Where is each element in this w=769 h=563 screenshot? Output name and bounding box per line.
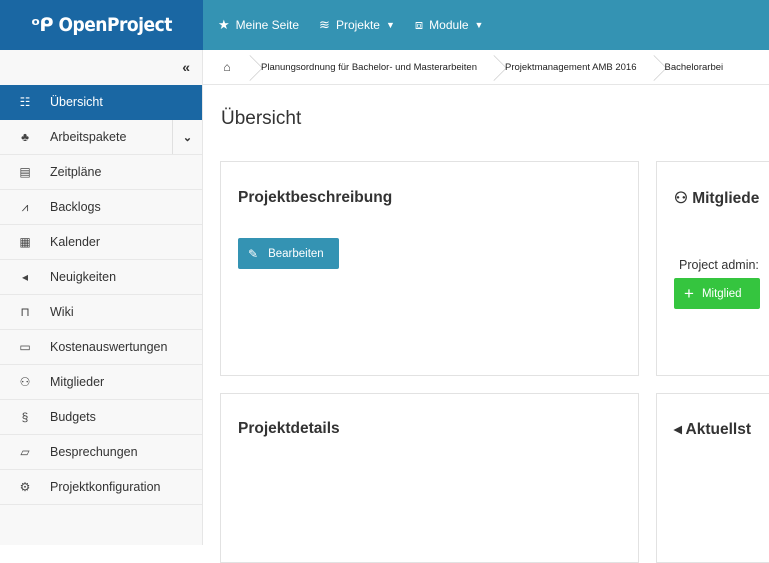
caret-down-icon: ▼ (385, 20, 395, 30)
logo[interactable]: ᵒᑭ OpenProject (0, 0, 203, 50)
card-title: Projektdetails (238, 420, 340, 437)
nav-projekte-menu[interactable]: ≋ Projekte ▼ (319, 17, 395, 33)
sidebar-item-kalender[interactable]: ▦ Kalender (0, 225, 202, 260)
breadcrumb-item[interactable]: Bachelorarbei (655, 50, 742, 84)
group-icon: ⚇ (19, 375, 31, 389)
megaphone-icon: ◂ (21, 270, 29, 284)
cube-icon: ⧈ (414, 17, 424, 32)
nav-meine-seite[interactable]: ★ Meine Seite (218, 17, 299, 33)
breadcrumb: ⌂ Planungsordnung für Bachelor- und Mast… (203, 50, 769, 85)
pencil-icon: ✎ (248, 246, 259, 261)
breadcrumb-item[interactable]: Planungsordnung für Bachelor- und Master… (251, 50, 495, 84)
sidebar-item-label: Budgets (50, 410, 96, 424)
button-label: Bearbeiten (268, 247, 324, 260)
top-navigation: ★ Meine Seite ≋ Projekte ▼ ⧈ Module ▼ (203, 0, 488, 50)
sidebar-item-besprechungen[interactable]: ▱ Besprechungen (0, 435, 202, 470)
sidebar-item-budgets[interactable]: § Budgets (0, 400, 202, 435)
sidebar-item-arbeitspakete[interactable]: ♣ Arbeitspakete ⌄ (0, 120, 202, 155)
add-mitglied-button[interactable]: + Mitglied (674, 278, 760, 309)
sidebar-item-kostenauswertungen[interactable]: ▭ Kostenauswertungen (0, 330, 202, 365)
card-aktuellstes: ◂ Aktuellst (656, 393, 769, 563)
card-title-text: Mitgliede (692, 190, 760, 207)
sidebar-collapse-row: « (0, 50, 202, 85)
speech-bubble-icon: ▱ (20, 445, 30, 459)
breadcrumb-item[interactable]: Projektmanagement AMB 2016 (495, 50, 655, 84)
project-admin-label: Project admin: (679, 258, 759, 272)
card-title: ⚇ Mitgliede (674, 189, 759, 208)
top-bar: ᵒᑭ OpenProject ★ Meine Seite ≋ Projekte … (0, 0, 769, 50)
logo-text: OpenProject (58, 14, 172, 36)
sidebar-item-label: Backlogs (50, 200, 101, 214)
sidebar-item-label: Wiki (50, 305, 74, 319)
sidebar-item-wiki[interactable]: ⊓ Wiki (0, 295, 202, 330)
list-icon: ☷ (19, 95, 31, 109)
sidebar-item-label: Mitglieder (50, 375, 105, 389)
star-icon: ★ (218, 17, 230, 32)
logo-mark-icon: ᵒᑭ (31, 14, 53, 36)
sidebar-item-uebersicht[interactable]: ☷ Übersicht (0, 85, 202, 120)
calendar-icon: ▦ (19, 235, 31, 249)
plus-icon: + (684, 284, 694, 303)
nav-label: Meine Seite (235, 18, 300, 32)
nav-module-menu[interactable]: ⧈ Module ▼ (415, 17, 484, 33)
sidebar-item-label: Neuigkeiten (50, 270, 117, 284)
group-icon: ⚇ (674, 190, 688, 207)
hierarchy-icon: ♣ (21, 130, 29, 144)
nav-label: Projekte (335, 18, 380, 32)
caret-down-icon: ▼ (474, 20, 484, 30)
timeline-icon: ▤ (19, 165, 31, 179)
backlogs-icon: ⩘ (21, 199, 29, 214)
sidebar-item-label: Projektkonfiguration (50, 480, 161, 494)
nav-label: Module (429, 18, 469, 32)
layers-icon: ≋ (319, 17, 330, 32)
sidebar-item-neuigkeiten[interactable]: ◂ Neuigkeiten (0, 260, 202, 295)
card-projektdetails: Projektdetails (220, 393, 639, 563)
card-projektbeschreibung: Projektbeschreibung ✎ Bearbeiten (220, 161, 639, 376)
bearbeiten-button[interactable]: ✎ Bearbeiten (238, 238, 339, 269)
sidebar-item-label: Kalender (50, 235, 101, 249)
sidebar-item-label: Arbeitspakete (50, 130, 127, 144)
sidebar-item-label: Kostenauswertungen (50, 340, 168, 354)
page-title: Übersicht (221, 108, 302, 129)
gears-icon: ⚙ (19, 480, 31, 494)
cost-reports-icon: ▭ (19, 340, 31, 354)
card-title-text: Aktuellst (685, 421, 751, 438)
sidebar: « ☷ Übersicht ♣ Arbeitspakete ⌄ ▤ Zeitpl… (0, 50, 203, 545)
card-mitglieder: ⚇ Mitgliede Project admin: + Mitglied (656, 161, 769, 376)
sidebar-item-label: Übersicht (50, 95, 103, 109)
budget-icon: § (21, 410, 29, 424)
sidebar-item-backlogs[interactable]: ⩘ Backlogs (0, 190, 202, 225)
card-title: ◂ Aktuellst (674, 420, 751, 439)
sidebar-item-zeitplaene[interactable]: ▤ Zeitpläne (0, 155, 202, 190)
megaphone-icon: ◂ (674, 421, 682, 438)
button-label: Mitglied (701, 287, 742, 300)
book-icon: ⊓ (20, 305, 30, 319)
sidebar-item-mitglieder[interactable]: ⚇ Mitglieder (0, 365, 202, 400)
collapse-sidebar-icon[interactable]: « (182, 59, 190, 75)
sidebar-item-label: Besprechungen (50, 445, 138, 459)
chevron-down-icon[interactable]: ⌄ (172, 120, 202, 154)
sidebar-item-projektkonfiguration[interactable]: ⚙ Projektkonfiguration (0, 470, 202, 505)
card-title: Projektbeschreibung (238, 189, 393, 206)
sidebar-item-label: Zeitpläne (50, 165, 102, 179)
